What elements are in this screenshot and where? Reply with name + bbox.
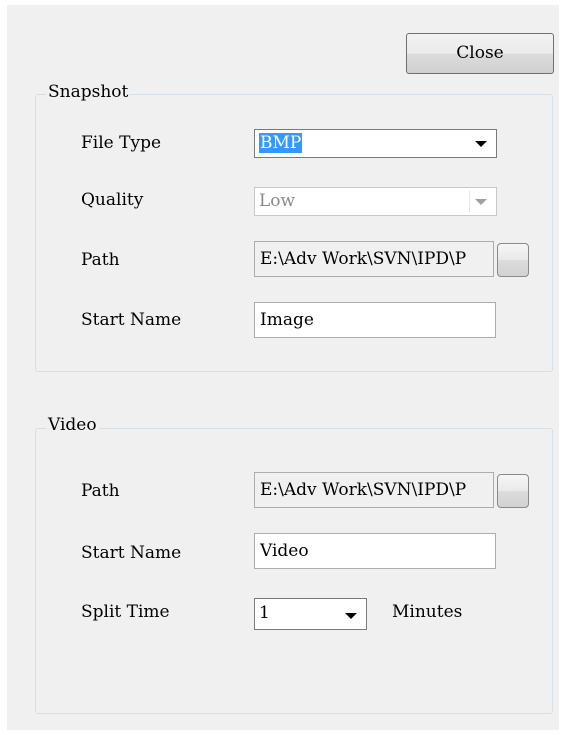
chevron-down-icon: [475, 141, 487, 147]
snapshot-path-label: Path: [81, 250, 120, 270]
video-browse-button[interactable]: [497, 474, 529, 508]
video-start-name-field[interactable]: Video: [254, 533, 496, 569]
split-time-select[interactable]: 1: [254, 598, 367, 630]
snapshot-path-value: E:\Adv Work\SVN\IPD\P: [260, 249, 467, 269]
split-time-unit: Minutes: [392, 602, 463, 622]
quality-select: Low: [254, 187, 497, 216]
snapshot-start-name-value: Image: [260, 310, 314, 330]
file-type-value: BMP: [259, 133, 303, 153]
video-start-name-value: Video: [260, 541, 309, 561]
quality-label: Quality: [81, 190, 144, 210]
snapshot-start-name-label: Start Name: [81, 310, 182, 330]
snapshot-path-field[interactable]: E:\Adv Work\SVN\IPD\P: [254, 241, 494, 277]
video-path-label: Path: [81, 481, 120, 501]
video-start-name-label: Start Name: [81, 543, 182, 563]
video-legend: Video: [46, 415, 99, 435]
video-path-field[interactable]: E:\Adv Work\SVN\IPD\P: [254, 472, 494, 508]
quality-value: Low: [259, 191, 296, 211]
snapshot-legend: Snapshot: [46, 82, 131, 102]
chevron-down-icon: [345, 613, 357, 619]
dropdown-separator: [469, 191, 470, 212]
split-time-label: Split Time: [81, 602, 170, 622]
chevron-down-icon: [475, 199, 487, 205]
snapshot-browse-button[interactable]: [497, 243, 529, 277]
close-button[interactable]: Close: [406, 33, 554, 74]
video-path-value: E:\Adv Work\SVN\IPD\P: [260, 480, 467, 500]
snapshot-start-name-field[interactable]: Image: [254, 302, 496, 338]
file-type-select[interactable]: BMP: [254, 129, 497, 158]
video-group: [35, 428, 553, 714]
file-type-label: File Type: [81, 133, 162, 153]
split-time-value: 1: [259, 603, 270, 623]
